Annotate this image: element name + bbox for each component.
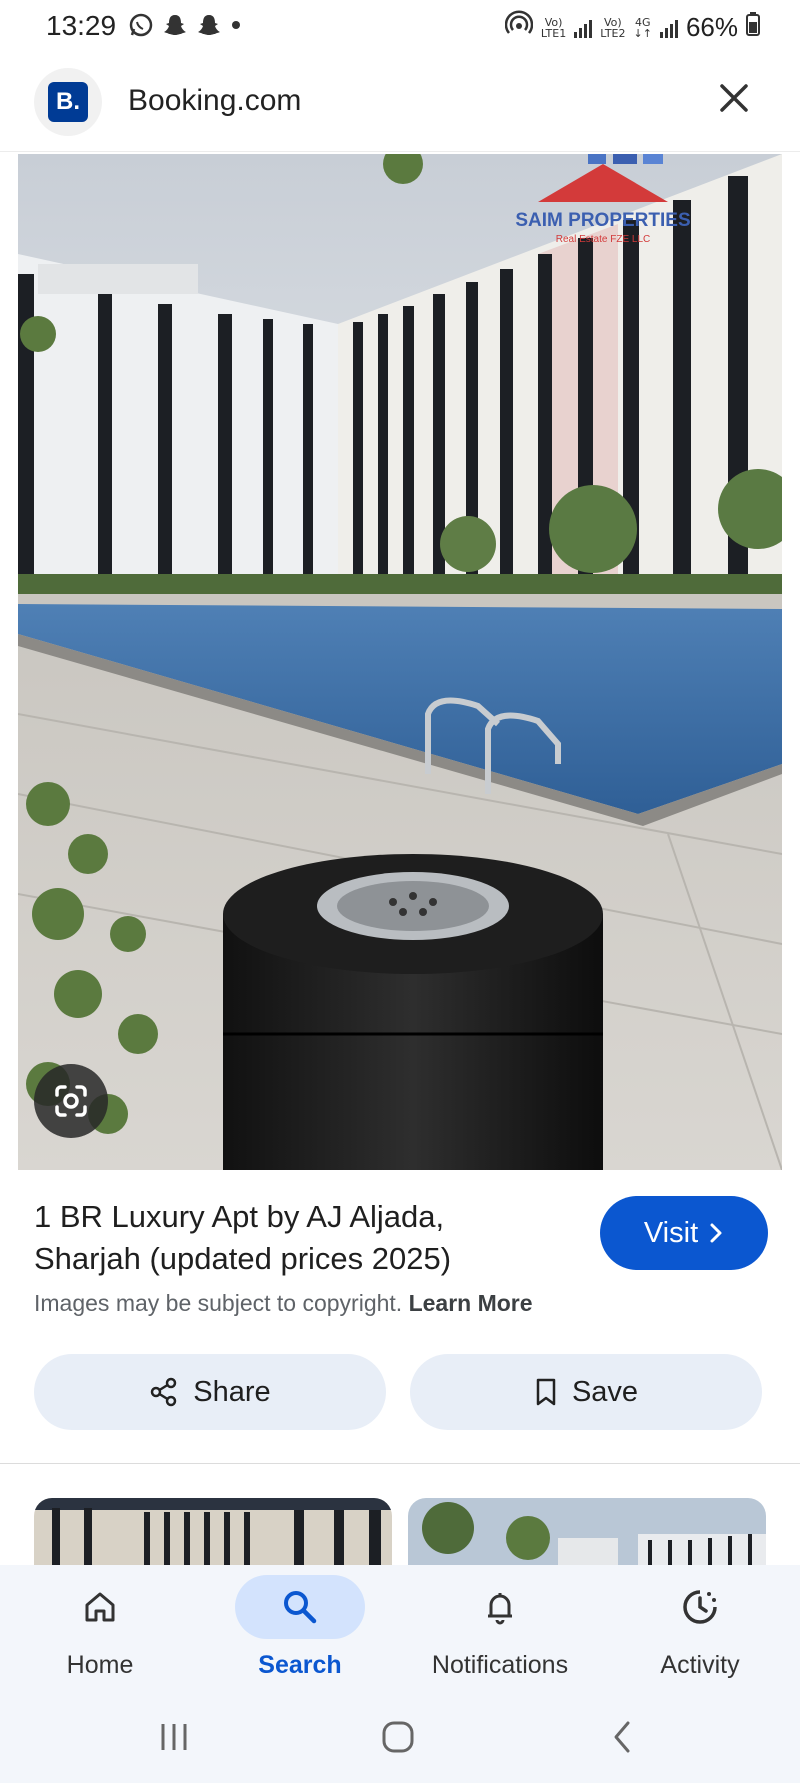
source-header: B. Booking.com <box>0 62 800 152</box>
back-icon <box>614 1721 630 1753</box>
nav-search-label: Search <box>258 1651 342 1679</box>
activity-icon <box>683 1590 717 1624</box>
lens-icon <box>55 1085 87 1117</box>
network-2-type: 4G ↓↑ <box>633 15 652 40</box>
share-label: Share <box>193 1375 271 1408</box>
save-label: Save <box>571 1375 639 1408</box>
signal-icon <box>574 18 593 38</box>
visit-label: Visit <box>643 1216 699 1249</box>
google-lens-button[interactable] <box>34 1064 108 1138</box>
back-button[interactable] <box>592 1715 652 1759</box>
pool-building-photo: SAIM PROPERTIES Real Estate FZE LLC <box>18 154 782 1170</box>
nav-notifications-label: Notifications <box>431 1651 569 1679</box>
site-favicon[interactable]: B. <box>34 68 102 136</box>
visit-button[interactable]: Visit <box>600 1196 768 1270</box>
system-navigation-bar <box>0 1693 800 1783</box>
status-time: 13:29 <box>46 10 117 41</box>
site-name[interactable]: Booking.com <box>128 84 301 118</box>
close-button[interactable] <box>712 76 756 120</box>
learn-more-link[interactable]: Learn More <box>409 1290 533 1316</box>
divider <box>0 1463 800 1464</box>
nav-home[interactable]: Home <box>0 1565 200 1693</box>
close-icon <box>720 84 748 112</box>
recent-apps-button[interactable] <box>144 1715 204 1759</box>
save-button[interactable]: Save <box>410 1354 762 1430</box>
network-2-label: Vo) LTE2 <box>600 15 626 40</box>
snapchat-icon <box>162 12 188 43</box>
network-1-label: Vo) LTE1 <box>540 15 567 40</box>
bookmark-icon <box>536 1378 556 1406</box>
svg-text:SAIM PROPERTIES: SAIM PROPERTIES <box>515 210 690 231</box>
hotspot-icon <box>504 10 534 45</box>
status-bar: 13:29 Vo) LTE1 Vo) LTE2 4G ↓↑ 66% <box>0 0 800 54</box>
search-icon <box>284 1591 317 1624</box>
home-system-button[interactable] <box>368 1715 428 1759</box>
copyright-notice: Images may be subject to copyright. Lear… <box>34 1290 533 1317</box>
nav-activity[interactable]: Activity <box>600 1565 800 1693</box>
home-icon <box>85 1592 115 1622</box>
bell-icon <box>488 1593 512 1625</box>
chevron-right-icon <box>710 1223 722 1243</box>
whatsapp-icon <box>128 12 154 43</box>
nav-home-label: Home <box>66 1651 134 1679</box>
dot-icon <box>230 12 242 43</box>
battery-level: 66% <box>685 12 738 42</box>
main-result-image[interactable]: SAIM PROPERTIES Real Estate FZE LLC <box>18 154 782 1170</box>
related-image-thumbnail[interactable] <box>34 1498 392 1568</box>
signal-icon <box>659 18 678 38</box>
home-circle-icon <box>382 1721 414 1753</box>
nav-activity-label: Activity <box>660 1651 740 1679</box>
nav-notifications[interactable]: Notifications <box>400 1565 600 1693</box>
recents-icon <box>161 1724 187 1750</box>
battery-icon <box>746 12 760 43</box>
bottom-navigation: Home Search Notifications Activity <box>0 1565 800 1693</box>
related-image-thumbnail[interactable] <box>408 1498 766 1568</box>
svg-text:Real Estate FZE LLC: Real Estate FZE LLC <box>556 234 650 245</box>
nav-search[interactable]: Search <box>200 1565 400 1693</box>
status-right: Vo) LTE1 Vo) LTE2 4G ↓↑ 66% <box>504 10 760 45</box>
result-title[interactable]: 1 BR Luxury Apt by AJ Aljada, Sharjah (u… <box>34 1196 534 1280</box>
snapchat-icon <box>196 12 222 43</box>
copyright-text: Images may be subject to copyright. <box>34 1290 403 1316</box>
share-icon <box>151 1377 177 1407</box>
share-button[interactable]: Share <box>34 1354 386 1430</box>
booking-logo-icon: B. <box>48 82 88 122</box>
notification-icons <box>128 12 242 43</box>
